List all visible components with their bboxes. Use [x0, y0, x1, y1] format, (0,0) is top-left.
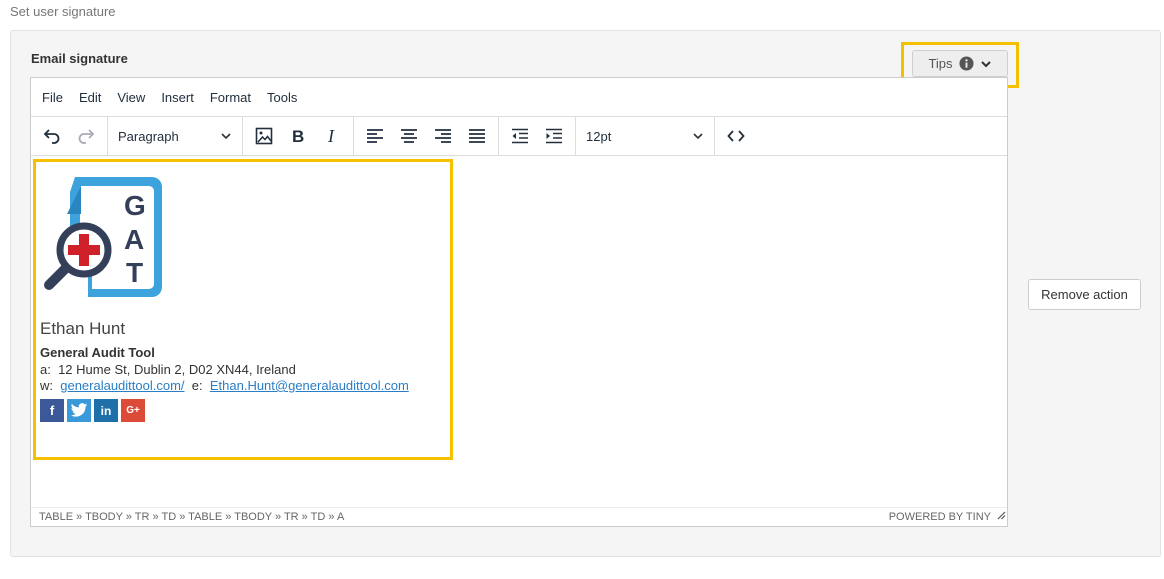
chevron-down-icon: [693, 133, 703, 140]
signature-address-line: a: 12 Hume St, Dublin 2, D02 XN44, Irela…: [40, 362, 296, 377]
redo-icon: [78, 129, 95, 144]
italic-icon: I: [327, 127, 335, 145]
panel-title: Email signature: [31, 51, 128, 66]
tips-button[interactable]: Tips: [912, 50, 1008, 77]
bold-icon: B: [292, 127, 304, 145]
menu-tools[interactable]: Tools: [259, 86, 305, 109]
page-label: Set user signature: [10, 4, 116, 19]
block-format-value: Paragraph: [118, 128, 179, 144]
address-value: 12 Hume St, Dublin 2, D02 XN44, Ireland: [58, 362, 296, 377]
logo-letter-g: G: [124, 190, 146, 221]
italic-button[interactable]: I: [315, 121, 349, 151]
outdent-button[interactable]: [503, 121, 537, 151]
editor-statusbar: TABLE » TBODY » TR » TD » TABLE » TBODY …: [31, 507, 1007, 526]
tips-label: Tips: [928, 56, 953, 71]
twitter-icon[interactable]: [67, 399, 91, 422]
indent-button[interactable]: [537, 121, 571, 151]
svg-text:I: I: [327, 127, 335, 145]
outdent-icon: [512, 128, 528, 144]
block-format-select[interactable]: Paragraph: [110, 121, 240, 151]
source-code-button[interactable]: [719, 121, 753, 151]
align-left-button[interactable]: [358, 121, 392, 151]
undo-icon: [43, 129, 60, 144]
alignment-group: [354, 117, 499, 155]
signature-panel: Email signature Tips Remove action File …: [10, 30, 1161, 557]
resize-handle-icon[interactable]: [997, 507, 1006, 525]
signature-contact-line: w: generalaudittool.com/ e: Ethan.Hunt@g…: [40, 378, 409, 393]
rich-text-editor: File Edit View Insert Format Tools Parag…: [30, 77, 1008, 527]
insert-image-button[interactable]: [247, 121, 281, 151]
menu-edit[interactable]: Edit: [71, 86, 109, 109]
svg-text:B: B: [292, 127, 304, 145]
logo-letter-a: A: [124, 224, 144, 255]
chevron-down-icon: [221, 133, 231, 140]
align-center-button[interactable]: [392, 121, 426, 151]
align-right-icon: [435, 129, 451, 143]
powered-by-link[interactable]: POWERED BY TINY: [889, 511, 991, 523]
address-label: a:: [40, 362, 51, 377]
editor-menubar: File Edit View Insert Format Tools: [31, 78, 1007, 117]
menu-insert[interactable]: Insert: [153, 86, 202, 109]
web-label: w:: [40, 378, 53, 393]
menu-view[interactable]: View: [109, 86, 153, 109]
email-link[interactable]: Ethan.Hunt@generalaudittool.com: [210, 378, 409, 393]
font-size-value: 12pt: [586, 128, 612, 144]
align-left-icon: [367, 129, 383, 143]
code-group: [715, 117, 757, 155]
align-center-icon: [401, 129, 417, 143]
social-links: f in G+: [40, 399, 145, 422]
font-size-group: 12pt: [576, 117, 715, 155]
google-plus-icon[interactable]: G+: [121, 399, 145, 422]
bold-button[interactable]: B: [281, 121, 315, 151]
logo-letter-t: T: [126, 257, 143, 288]
font-size-select[interactable]: 12pt: [578, 121, 712, 151]
facebook-icon[interactable]: f: [40, 399, 64, 422]
block-format-group: Paragraph: [108, 117, 243, 155]
chevron-down-icon: [980, 58, 992, 70]
editor-content[interactable]: G A T Ethan Hunt General Audit Tool a: 1…: [31, 156, 1007, 507]
element-path[interactable]: TABLE » TBODY » TR » TD » TABLE » TBODY …: [39, 511, 344, 523]
linkedin-icon[interactable]: in: [94, 399, 118, 422]
indent-group: [499, 117, 576, 155]
info-icon: [959, 56, 974, 71]
menu-format[interactable]: Format: [202, 86, 259, 109]
remove-action-button[interactable]: Remove action: [1028, 279, 1141, 310]
justify-button[interactable]: [460, 121, 494, 151]
formatting-group: B I: [243, 117, 354, 155]
redo-button[interactable]: [69, 121, 103, 151]
email-label: e:: [191, 378, 203, 393]
undo-button[interactable]: [35, 121, 69, 151]
history-group: [31, 117, 108, 155]
indent-icon: [546, 128, 562, 144]
signature-company: General Audit Tool: [40, 345, 155, 360]
website-link[interactable]: generalaudittool.com/: [60, 378, 184, 393]
align-right-button[interactable]: [426, 121, 460, 151]
gat-logo: G A T: [40, 172, 168, 303]
code-icon: [727, 130, 745, 142]
justify-icon: [469, 129, 485, 143]
image-icon: [255, 127, 273, 145]
signature-name: Ethan Hunt: [40, 319, 126, 338]
menu-file[interactable]: File: [34, 86, 71, 109]
editor-toolbar: Paragraph B I 12pt: [31, 117, 1007, 156]
